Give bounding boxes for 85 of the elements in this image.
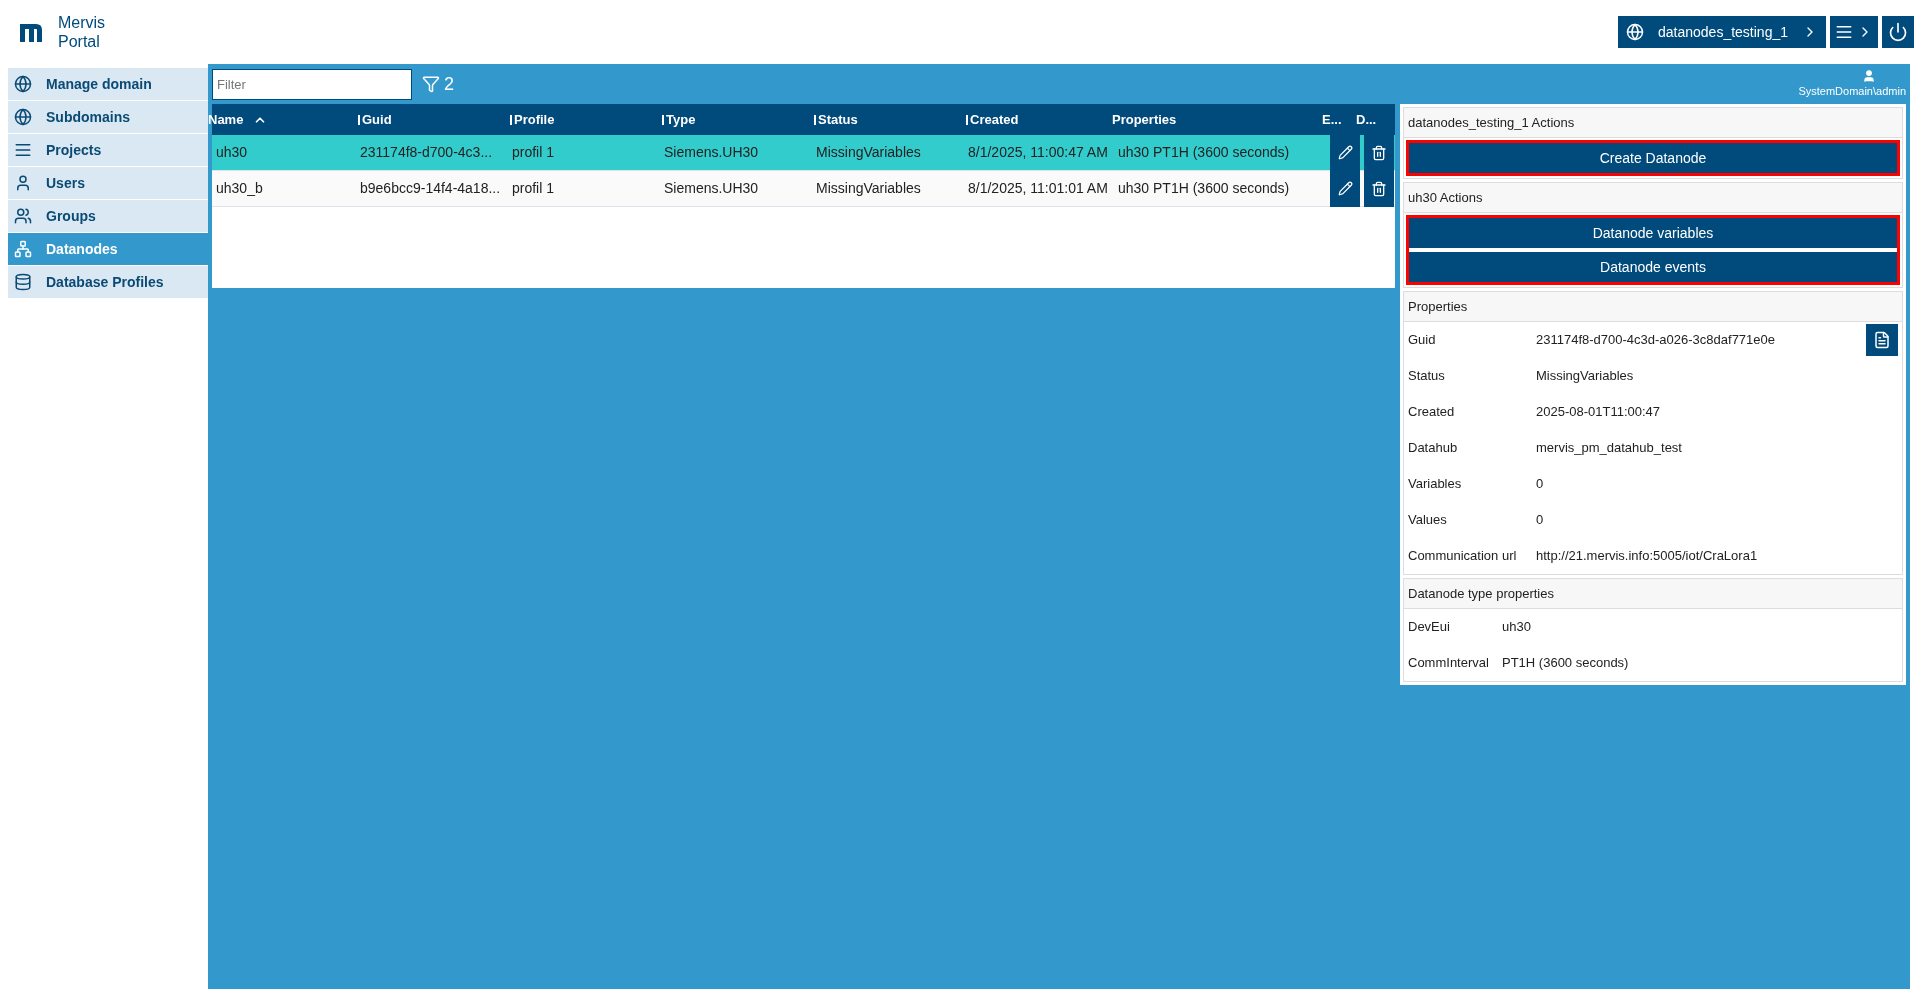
property-label: Variables xyxy=(1408,475,1463,494)
sidebar-item[interactable]: Groups xyxy=(8,200,208,232)
table-row[interactable]: uh30 231174f8-d700-4c3... profil 1 Siemens.UH30 MissingVariables 8/1/2025, 11:00:47 AM uh30 PT1H (3600 seconds) xyxy=(212,135,1395,171)
section-header: datanodes_testing_1 Actions xyxy=(1404,108,1902,138)
trash-icon xyxy=(1371,144,1387,161)
table-cell: 231174f8-d700-4c3... xyxy=(360,144,493,160)
database-icon xyxy=(14,273,32,291)
property-value: 0 xyxy=(1536,511,1545,530)
column-header[interactable]: Guid xyxy=(362,109,392,130)
property-value: PT1H (3600 seconds) xyxy=(1502,654,1629,673)
edit-button[interactable] xyxy=(1330,170,1360,207)
filter-icon[interactable] xyxy=(422,75,440,93)
table-cell: uh30_b xyxy=(216,180,263,196)
property-label: DevEui xyxy=(1408,618,1451,637)
list-icon xyxy=(14,141,32,159)
table-cell: uh30 PT1H (3600 seconds) xyxy=(1118,144,1290,160)
sidebar-item[interactable]: Projects xyxy=(8,134,208,166)
column-header[interactable]: E... xyxy=(1322,109,1342,130)
action-button[interactable]: Datanode events xyxy=(1409,252,1897,282)
table-cell: 8/1/2025, 11:01:01 AM xyxy=(968,180,1108,196)
globe-icon xyxy=(1626,23,1644,41)
column-header[interactable]: Profile xyxy=(514,109,555,130)
table-cell: Siemens.UH30 xyxy=(664,144,759,160)
section-header: Datanode type properties xyxy=(1404,579,1902,609)
pencil-icon xyxy=(1337,145,1353,160)
property-value: mervis_pm_datahub_test xyxy=(1536,439,1683,458)
column-header[interactable]: Properties xyxy=(1112,109,1177,130)
column-header[interactable]: Status xyxy=(818,109,858,130)
network-icon xyxy=(14,240,32,258)
property-label: Values xyxy=(1408,511,1448,530)
sidebar-item[interactable]: Database Profiles xyxy=(8,266,208,298)
property-value: uh30 xyxy=(1502,618,1531,637)
sidebar-item[interactable]: Subdomains xyxy=(8,101,208,133)
property-value: MissingVariables xyxy=(1536,367,1635,386)
property-label: Created xyxy=(1408,403,1456,422)
property-value: 231174f8-d700-4c3d-a026-3c8daf771e0e xyxy=(1536,331,1776,350)
column-header[interactable]: Name xyxy=(208,109,244,130)
column-header[interactable]: Type xyxy=(666,109,696,130)
property-value: 2025-08-01T11:00:47 xyxy=(1536,403,1662,422)
globe-icon xyxy=(14,108,32,126)
power-icon xyxy=(1888,22,1908,42)
sidebar-item[interactable]: Users xyxy=(8,167,208,199)
property-value: 0 xyxy=(1536,475,1545,494)
section-header: Properties xyxy=(1404,292,1902,322)
table-row[interactable]: uh30_b b9e6bcc9-14f4-4a18... profil 1 Siemens.UH30 MissingVariables 8/1/2025, 11:01:01 AM uh30 PT1H (3600 seconds) xyxy=(212,171,1395,207)
property-label: Status xyxy=(1408,367,1446,386)
trash-icon xyxy=(1371,180,1387,197)
property-label: Guid xyxy=(1408,331,1437,350)
action-button[interactable]: Datanode variables xyxy=(1409,218,1897,248)
logo-icon xyxy=(20,22,44,42)
filter-field[interactable]: Filter xyxy=(212,68,412,100)
domain-button[interactable]: datanodes_testing_1 xyxy=(1618,16,1826,48)
document-icon xyxy=(1873,331,1891,349)
section-header: uh30 Actions xyxy=(1404,183,1902,213)
action-button[interactable]: Create Datanode xyxy=(1409,143,1897,173)
table-cell: Siemens.UH30 xyxy=(664,180,759,196)
column-header[interactable]: D... xyxy=(1356,109,1377,130)
brand-name: Mervis xyxy=(58,13,106,32)
users-icon xyxy=(14,207,32,225)
property-label: Datahub xyxy=(1408,439,1459,458)
pencil-icon xyxy=(1337,181,1353,196)
user-name: SystemDomain\admin xyxy=(1798,83,1906,99)
table-cell: profil 1 xyxy=(512,180,555,196)
property-label: Communication url xyxy=(1408,547,1518,566)
menu-button[interactable] xyxy=(1830,16,1878,48)
table-cell: b9e6bcc9-14f4-4a18... xyxy=(360,180,501,196)
column-header[interactable]: Created xyxy=(970,109,1019,130)
delete-button[interactable] xyxy=(1364,170,1394,207)
table-cell: uh30 PT1H (3600 seconds) xyxy=(1118,180,1290,196)
table-cell: MissingVariables xyxy=(816,180,921,196)
menu-icon xyxy=(1835,23,1853,41)
copy-button[interactable] xyxy=(1866,324,1898,356)
table-cell: profil 1 xyxy=(512,144,555,160)
filter-count: 2 xyxy=(444,72,454,96)
property-value: http://21.mervis.info:5005/iot/CraLora1 xyxy=(1536,547,1759,566)
table-cell: 8/1/2025, 11:00:47 AM xyxy=(968,144,1108,160)
brand-subtitle: Portal xyxy=(58,32,101,51)
globe-icon xyxy=(14,75,32,93)
user-icon xyxy=(1862,68,1876,83)
table-cell: MissingVariables xyxy=(816,144,921,160)
sidebar-item[interactable]: Manage domain xyxy=(8,68,208,100)
table-cell: uh30 xyxy=(216,144,248,160)
property-label: CommInterval xyxy=(1408,654,1490,673)
power-button[interactable] xyxy=(1882,16,1914,48)
user-icon xyxy=(14,174,32,192)
